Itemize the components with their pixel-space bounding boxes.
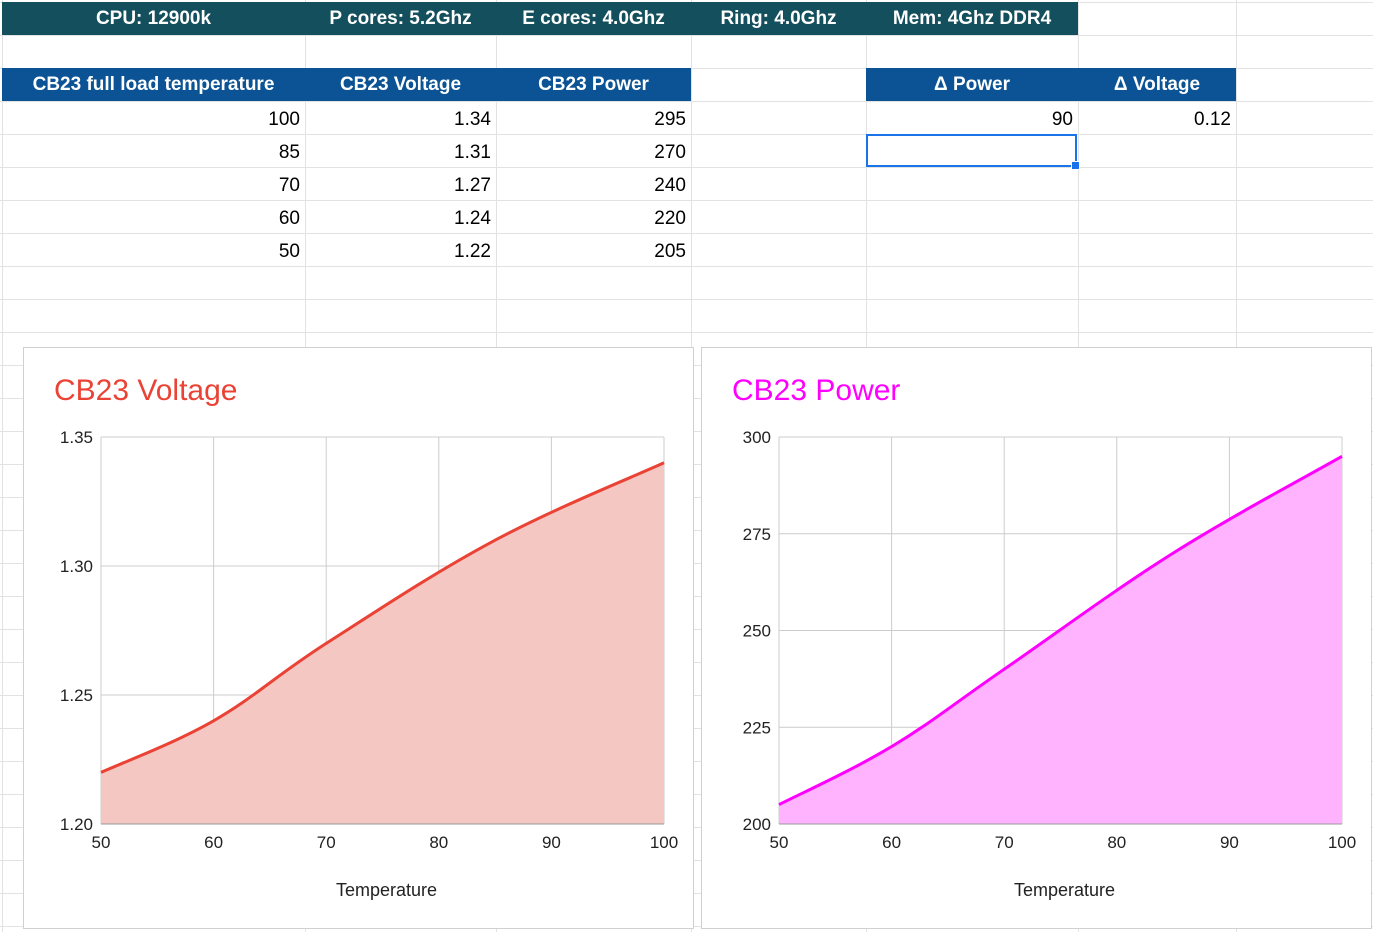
header-voltage[interactable]: CB23 Voltage bbox=[305, 68, 496, 101]
y-tick-label: 1.35 bbox=[60, 428, 93, 447]
cell-power[interactable]: 295 bbox=[496, 103, 691, 136]
header-power[interactable]: CB23 Power bbox=[496, 68, 691, 101]
x-axis-title: Temperature bbox=[1014, 880, 1115, 900]
cell-power[interactable]: 240 bbox=[496, 169, 691, 202]
y-tick-label: 275 bbox=[743, 525, 771, 544]
header-delta-power[interactable]: Δ Power bbox=[866, 68, 1078, 101]
area-fill bbox=[101, 462, 664, 824]
x-tick-label: 80 bbox=[429, 833, 448, 852]
cell-temperature[interactable]: 70 bbox=[2, 169, 305, 202]
active-cell-selection[interactable] bbox=[866, 134, 1077, 167]
x-tick-label: 50 bbox=[770, 833, 789, 852]
y-tick-label: 200 bbox=[743, 815, 771, 834]
area-fill bbox=[779, 456, 1342, 824]
y-tick-label: 250 bbox=[743, 622, 771, 641]
banner-mem[interactable]: Mem: 4Ghz DDR4 bbox=[866, 2, 1078, 35]
x-tick-label: 100 bbox=[1328, 833, 1356, 852]
cell-power[interactable]: 205 bbox=[496, 235, 691, 268]
cell-voltage[interactable]: 1.22 bbox=[305, 235, 496, 268]
data-point[interactable] bbox=[662, 461, 666, 465]
x-tick-label: 100 bbox=[650, 833, 678, 852]
banner-p-cores[interactable]: P cores: 5.2Ghz bbox=[305, 2, 496, 35]
x-tick-label: 80 bbox=[1107, 833, 1126, 852]
data-point[interactable] bbox=[493, 538, 497, 542]
x-tick-label: 90 bbox=[542, 833, 561, 852]
banner-e-cores[interactable]: E cores: 4.0Ghz bbox=[496, 2, 691, 35]
cell-temperature[interactable]: 60 bbox=[2, 202, 305, 235]
voltage-chart[interactable]: CB23 Voltage 1.20 1.25 1.30 1.35 50 60 70 80 90 1… bbox=[23, 347, 694, 929]
x-tick-label: 70 bbox=[995, 833, 1014, 852]
y-tick-label: 225 bbox=[743, 718, 771, 737]
cell-delta-voltage[interactable]: 0.12 bbox=[1078, 103, 1236, 136]
power-chart-plot: 200 225 250 275 300 50 60 70 80 90 100 Temperature bbox=[743, 428, 1357, 900]
data-point[interactable] bbox=[890, 745, 894, 749]
cell-delta-power[interactable]: 90 bbox=[866, 103, 1078, 136]
data-point[interactable] bbox=[1340, 454, 1344, 458]
y-tick-label: 1.30 bbox=[60, 557, 93, 576]
cell-temperature[interactable]: 85 bbox=[2, 136, 305, 169]
cell-voltage[interactable]: 1.24 bbox=[305, 202, 496, 235]
data-point[interactable] bbox=[212, 719, 216, 723]
cell-power[interactable]: 270 bbox=[496, 136, 691, 169]
header-delta-voltage[interactable]: Δ Voltage bbox=[1078, 68, 1236, 101]
cell-temperature[interactable]: 100 bbox=[2, 103, 305, 136]
x-tick-label: 90 bbox=[1220, 833, 1239, 852]
header-temperature[interactable]: CB23 full load temperature bbox=[2, 68, 305, 101]
fill-handle[interactable] bbox=[1071, 161, 1080, 170]
cell-voltage[interactable]: 1.27 bbox=[305, 169, 496, 202]
cell-power[interactable]: 220 bbox=[496, 202, 691, 235]
data-point[interactable] bbox=[777, 803, 781, 807]
y-tick-label: 300 bbox=[743, 428, 771, 447]
banner-ring[interactable]: Ring: 4.0Ghz bbox=[691, 2, 866, 35]
y-tick-label: 1.25 bbox=[60, 686, 93, 705]
x-tick-label: 50 bbox=[92, 833, 111, 852]
cell-temperature[interactable]: 50 bbox=[2, 235, 305, 268]
cell-voltage[interactable]: 1.34 bbox=[305, 103, 496, 136]
data-point[interactable] bbox=[1171, 551, 1175, 555]
y-tick-label: 1.20 bbox=[60, 815, 93, 834]
data-point[interactable] bbox=[99, 770, 103, 774]
voltage-chart-plot: 1.20 1.25 1.30 1.35 50 60 70 80 90 100 Temperature bbox=[60, 428, 678, 900]
power-chart[interactable]: CB23 Power 200 225 250 275 300 50 60 70 80 90 100 T… bbox=[701, 347, 1372, 929]
x-tick-label: 70 bbox=[317, 833, 336, 852]
cell-voltage[interactable]: 1.31 bbox=[305, 136, 496, 169]
data-point[interactable] bbox=[1002, 667, 1006, 671]
banner-cpu[interactable]: CPU: 12900k bbox=[2, 2, 305, 35]
data-point[interactable] bbox=[324, 641, 328, 645]
x-tick-label: 60 bbox=[882, 833, 901, 852]
x-axis-title: Temperature bbox=[336, 880, 437, 900]
x-tick-label: 60 bbox=[204, 833, 223, 852]
